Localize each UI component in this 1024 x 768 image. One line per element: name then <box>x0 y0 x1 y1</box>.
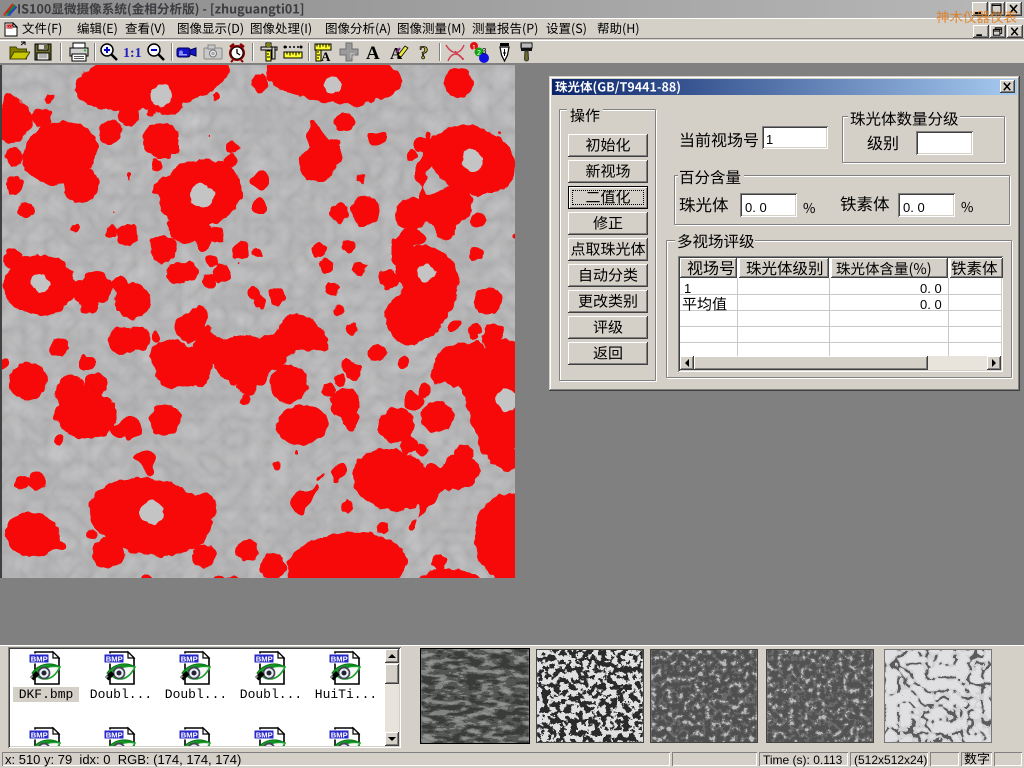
svg-text:1: 1 <box>472 45 476 52</box>
svg-text:A: A <box>366 43 380 63</box>
svg-text:1:1: 1:1 <box>123 46 142 61</box>
svg-text:?: ? <box>419 43 429 63</box>
svg-text:3: 3 <box>482 47 487 56</box>
svg-text:A: A <box>321 49 331 63</box>
svg-text:2: 2 <box>477 50 481 57</box>
svg-text:DOC: DOC <box>7 25 15 29</box>
